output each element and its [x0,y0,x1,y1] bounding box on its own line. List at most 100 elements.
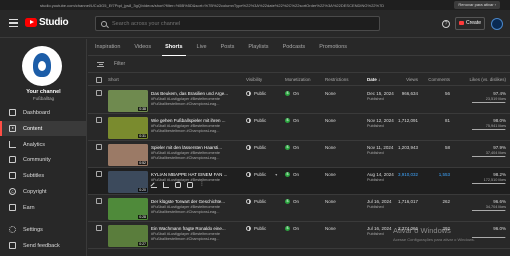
chevron-down-icon[interactable]: ▾ [275,172,277,177]
video-thumbnail[interactable]: 0:52 [108,144,148,166]
column-visibility[interactable]: Visibility [246,77,262,82]
column-views[interactable]: Views [406,77,418,82]
studio-header: Studio ? Create [0,10,510,38]
tab-inspiration[interactable]: Inspiration [88,39,127,55]
row-checkbox[interactable] [96,90,102,96]
column-comments[interactable]: Comments [428,77,450,82]
video-thumbnail[interactable]: 0:31 [108,117,148,139]
filter-bar[interactable]: Filter [88,56,510,73]
sidebar-item-analytics[interactable]: Analytics [0,137,87,152]
likes-ratio-fill [472,156,506,157]
likes-ratio-bar [472,237,506,238]
studio-logo[interactable]: Studio [25,17,69,28]
video-duration: 0:20 [138,188,147,192]
monetization-cell[interactable]: $ On [285,145,299,150]
visibility-value: Public [254,199,267,204]
video-duration: 0:38 [138,107,147,111]
community-icon [9,156,16,163]
table-row[interactable]: 0:52 Spieler mit den lässersten Haarsti..… [88,141,510,168]
monetization-cell[interactable]: $ On [285,226,299,231]
browser-extension-button[interactable]: Renovar para ativar › [454,1,500,9]
monetization-value: On [293,226,300,231]
restrictions-value: None [325,226,336,231]
menu-icon[interactable] [9,19,18,27]
video-title[interactable]: Ein Wachmann fragte Ronaldo eine... [151,226,241,231]
row-checkbox[interactable] [96,198,102,204]
sidebar-item-settings[interactable]: Settings [0,222,87,237]
views-count[interactable]: 3,910,032 [398,172,418,177]
row-checkbox[interactable] [96,171,102,177]
channel-avatar[interactable] [22,46,62,86]
tab-videos[interactable]: Videos [127,39,158,55]
table-row[interactable]: 0:31 Wie gehen Fußballspieler mit ihren .… [88,114,510,141]
tab-podcasts[interactable]: Podcasts [276,39,313,55]
restrictions-value: None [325,91,336,96]
create-button[interactable]: Create [455,17,485,30]
tab-posts[interactable]: Posts [214,39,242,55]
more-options-icon[interactable]: ⋮ [199,181,205,188]
account-avatar[interactable] [491,18,503,30]
select-all-checkbox[interactable] [96,77,102,83]
column-likes[interactable]: Likes (vs. dislikes) [469,77,506,82]
column-monetization[interactable]: Monetization [285,77,311,82]
tab-shorts[interactable]: Shorts [158,39,189,56]
sidebar-item-community[interactable]: Community [0,152,87,167]
video-thumbnail[interactable]: 0:27 [108,225,148,247]
help-icon[interactable]: ? [442,20,450,28]
video-thumbnail[interactable]: 0:38 [108,90,148,112]
table-row[interactable]: 0:28 Der klügste Torwart der Geschichte..… [88,195,510,222]
video-title[interactable]: Das Beukem, das Brasilien und Arge... [151,91,241,96]
video-title[interactable]: KYLIAN MBAPPE HAT EINEM FAN ... [151,172,241,177]
tab-promotions[interactable]: Promotions [312,39,354,55]
search-box[interactable] [95,16,380,31]
row-checkbox[interactable] [96,144,102,150]
visibility-value: Public [254,226,267,231]
video-thumbnail[interactable]: 0:20 [108,171,148,193]
monetization-cell[interactable]: $ On [285,91,299,96]
sidebar-item-earn[interactable]: Earn [0,200,87,215]
filter-icon[interactable] [97,61,104,67]
public-globe-icon [246,145,251,150]
monetization-cell[interactable]: $ On [285,172,299,177]
publish-status: Published [367,151,384,155]
video-thumbnail[interactable]: 0:28 [108,198,148,220]
sidebar-item-copyright[interactable]: c Copyright [0,184,87,199]
feedback-icon [9,242,16,249]
row-checkbox[interactable] [96,117,102,123]
visibility-cell[interactable]: Public [246,145,266,150]
comments-icon[interactable] [175,182,181,188]
column-date[interactable]: Date ↓ [367,77,380,82]
visibility-cell[interactable]: Public [246,199,266,204]
row-checkbox[interactable] [96,225,102,231]
column-restrictions[interactable]: Restrictions [325,77,349,82]
sidebar-item-subtitles[interactable]: Subtitles [0,168,87,183]
visibility-cell[interactable]: Public [246,118,266,123]
visibility-cell[interactable]: Public [246,226,266,231]
search-input[interactable] [112,20,362,27]
video-title[interactable]: Spieler mit den lässersten Haarsti... [151,145,241,150]
table-row[interactable]: 0:38 Das Beukem, das Brasilien und Arge..… [88,87,510,114]
video-title[interactable]: Wie gehen Fußballspieler mit ihren ... [151,118,241,123]
video-title[interactable]: Der klügste Torwart der Geschichte... [151,199,241,204]
comments-count: 262 [442,199,450,204]
monetization-cell[interactable]: $ On [285,199,299,204]
comments-count[interactable]: 1,553 [439,172,450,177]
tab-playlists[interactable]: Playlists [241,39,275,55]
sidebar-item-content[interactable]: Content [0,121,87,136]
likes-ratio-bar [472,210,506,211]
visibility-cell[interactable]: Public ▾ [246,172,277,177]
monetization-on-icon: $ [285,199,290,204]
monetization-value: On [293,199,300,204]
filter-input[interactable]: Filter [114,61,125,67]
tab-live[interactable]: Live [190,39,214,55]
visibility-cell[interactable]: Public [246,91,266,96]
monetization-cell[interactable]: $ On [285,118,299,123]
likes-count: 75,941 likes [485,124,506,128]
youtube-icon[interactable] [187,182,193,188]
edit-icon[interactable] [151,182,157,188]
url-bar[interactable]: studio.youtube.com/channel/UCu3G5_Ef7Pqd… [40,3,410,8]
sidebar-item-dashboard[interactable]: Dashboard [0,105,87,120]
analytics-icon[interactable] [163,182,169,188]
table-row[interactable]: 0:20 KYLIAN MBAPPE HAT EINEM FAN ... #Fußb… [88,168,510,195]
sidebar-item-send-feedback[interactable]: Send feedback [0,238,87,253]
